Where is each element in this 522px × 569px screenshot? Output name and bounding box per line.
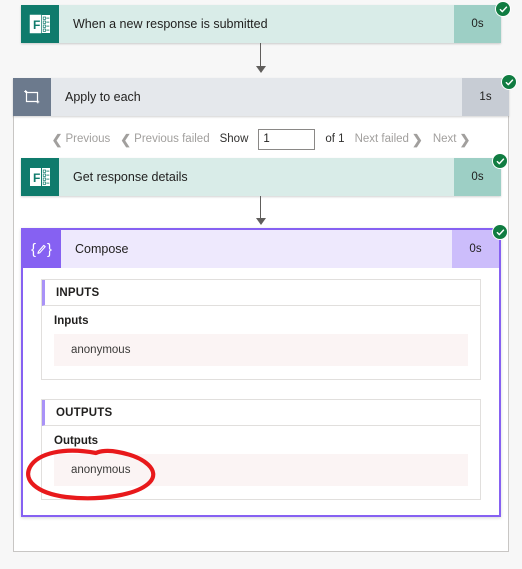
- pagination-next-failed-label: Next failed: [354, 133, 409, 145]
- svg-text:}: }: [47, 241, 52, 258]
- inputs-value[interactable]: anonymous: [54, 334, 468, 366]
- flow-step-compose-header[interactable]: { } Compose 0s: [23, 230, 499, 268]
- pagination-previous-label: Previous: [65, 133, 111, 145]
- flow-step-trigger[interactable]: F When a new response is submitted 0s: [21, 5, 501, 43]
- pagination-previous-failed-button[interactable]: ❮ Previous failed: [120, 133, 209, 146]
- inputs-label: Inputs: [54, 315, 89, 327]
- pagination-show-label: Show: [219, 133, 249, 145]
- inputs-section-body: Inputs anonymous: [42, 306, 480, 379]
- pagination-bar: ❮ Previous ❮ Previous failed Show of 1 N…: [13, 126, 509, 152]
- flow-step-title: Compose: [61, 230, 452, 268]
- compose-braces-icon: { }: [23, 230, 61, 268]
- outputs-section: OUTPUTS Outputs anonymous: [41, 399, 481, 500]
- pagination-next-failed-button[interactable]: Next failed ❯: [355, 133, 423, 146]
- outputs-section-header[interactable]: OUTPUTS: [42, 400, 480, 426]
- pagination-previous-failed-label: Previous failed: [134, 133, 210, 145]
- compose-card: { } Compose 0s INPUTS Inputs anonymous O…: [21, 228, 501, 517]
- status-badge-succeeded: [492, 153, 508, 169]
- connector-arrow-details-to-compose: [254, 196, 268, 226]
- connector-arrow-trigger-to-loop: [254, 43, 268, 75]
- status-badge-succeeded: [501, 74, 517, 90]
- chevron-left-icon: ❮: [51, 131, 63, 147]
- inputs-section-header[interactable]: INPUTS: [42, 280, 480, 306]
- flow-step-title: Apply to each: [51, 78, 462, 116]
- loop-icon: [13, 78, 51, 116]
- pagination-previous-button[interactable]: ❮ Previous: [52, 133, 111, 146]
- chevron-right-icon: ❯: [459, 131, 471, 147]
- pagination-next-button[interactable]: Next ❯: [433, 133, 471, 146]
- inputs-section: INPUTS Inputs anonymous: [41, 279, 481, 380]
- flow-step-apply-to-each[interactable]: Apply to each 1s: [13, 78, 509, 116]
- flow-step-get-response-details[interactable]: F Get response details 0s: [21, 158, 501, 196]
- pagination-page-input[interactable]: [258, 128, 316, 150]
- flow-step-title: When a new response is submitted: [59, 5, 454, 43]
- status-badge-succeeded: [495, 1, 511, 17]
- pagination-of-label: of 1: [325, 133, 345, 145]
- microsoft-forms-icon: F: [21, 5, 59, 43]
- chevron-left-icon: ❮: [120, 131, 132, 147]
- flow-step-title: Get response details: [59, 158, 454, 196]
- pagination-next-label: Next: [432, 133, 457, 145]
- svg-text:{: {: [31, 241, 36, 258]
- microsoft-forms-icon: F: [21, 158, 59, 196]
- outputs-label: Outputs: [54, 435, 99, 447]
- outputs-value[interactable]: anonymous: [54, 454, 468, 486]
- svg-text:F: F: [33, 171, 40, 185]
- outputs-section-body: Outputs anonymous: [42, 426, 480, 499]
- flow-step-duration: 0s: [454, 5, 501, 43]
- svg-text:F: F: [33, 18, 40, 32]
- chevron-right-icon: ❯: [411, 131, 423, 147]
- status-badge-succeeded: [492, 224, 508, 240]
